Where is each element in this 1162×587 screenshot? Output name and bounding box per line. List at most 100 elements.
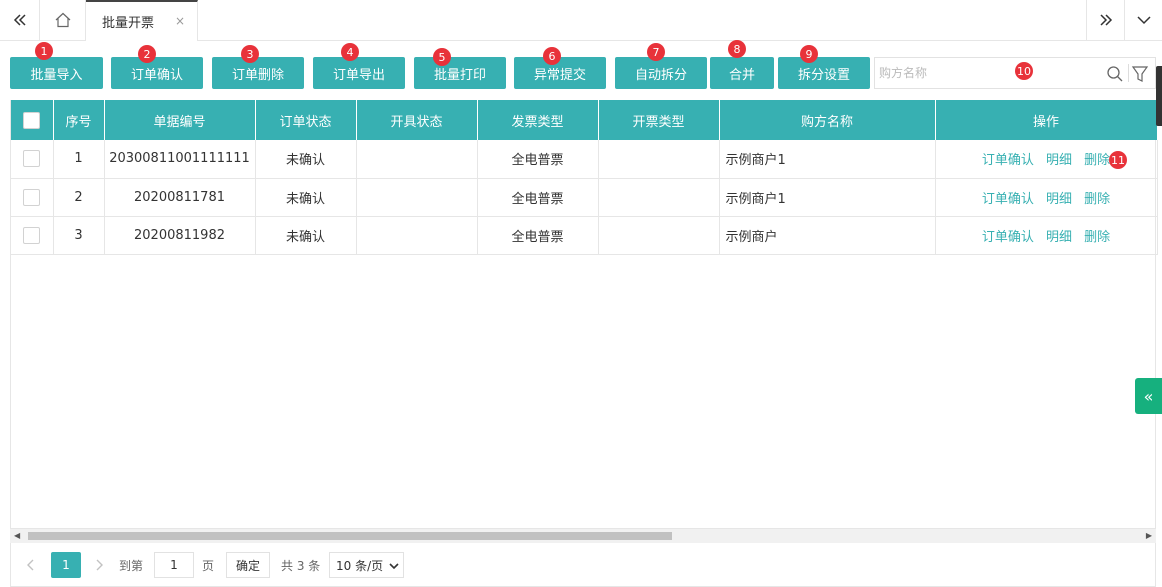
row-checkbox-cell [11, 140, 54, 179]
select-all-header [11, 100, 54, 140]
auto-split-button[interactable]: 自动拆分 [615, 57, 707, 89]
home-icon [55, 12, 70, 28]
step-badge: 7 [647, 43, 665, 61]
row-delete-link[interactable]: 删除 [1084, 192, 1110, 207]
step-badge: 9 [800, 45, 818, 63]
issue-status [356, 178, 478, 217]
buyer-name: 示例商户1 [719, 178, 936, 217]
order-confirm-button[interactable]: 订单确认 [111, 57, 203, 89]
row-detail-link[interactable]: 明细 [1046, 153, 1072, 168]
search-icon[interactable] [1106, 65, 1124, 83]
row-index: 1 [53, 140, 105, 179]
step-badge: 11 [1109, 151, 1127, 169]
order-status: 未确认 [255, 140, 357, 179]
exception-submit-button[interactable]: 异常提交 [514, 57, 606, 89]
tab-batch-invoice[interactable]: 批量开票 × [86, 0, 198, 41]
chevron-left-icon [27, 559, 34, 571]
close-icon[interactable]: × [175, 14, 185, 28]
page-1-button[interactable]: 1 [51, 552, 81, 578]
home-tab[interactable] [40, 0, 86, 40]
prev-page-button[interactable] [25, 552, 37, 578]
double-left-icon: « [1143, 386, 1154, 406]
scroll-tabs-right-button[interactable] [1086, 0, 1124, 40]
split-settings-button[interactable]: 拆分设置 [778, 57, 870, 89]
column-header: 开具状态 [356, 100, 478, 140]
row-index: 2 [53, 178, 105, 217]
step-badge: 3 [241, 45, 259, 63]
row-checkbox[interactable] [23, 226, 41, 244]
invoice-type: 全电普票 [477, 178, 599, 217]
batch-import-button[interactable]: 批量导入 [10, 57, 103, 89]
doc-number: 20300811001111111 [104, 140, 256, 179]
row-detail-link[interactable]: 明细 [1046, 192, 1072, 207]
step-badge: 10 [1015, 62, 1033, 80]
page-size-select[interactable]: 10 条/页 [329, 552, 404, 578]
order-status: 未确认 [255, 216, 357, 255]
row-actions: 订单确认 明细 删除 [934, 216, 1158, 255]
double-right-icon [1099, 14, 1112, 26]
step-badge: 5 [433, 48, 451, 66]
select-all-checkbox[interactable] [23, 111, 41, 129]
row-confirm-link[interactable]: 订单确认 [982, 153, 1034, 168]
row-delete-link[interactable]: 删除 [1084, 153, 1110, 168]
buyer-search-input[interactable] [875, 58, 1100, 88]
billing-type [598, 178, 720, 217]
column-header: 订单状态 [255, 100, 357, 140]
order-table: 序号 单据编号 订单状态 开具状态 发票类型 开票类型 购方名称 操作 1 20… [10, 100, 1158, 543]
step-badge: 6 [543, 47, 561, 65]
expand-side-panel-button[interactable]: « [1135, 378, 1162, 414]
pagination: 1 到第 1 页 确定 共 3 条 10 条/页 [10, 543, 1156, 587]
doc-number: 20200811982 [104, 216, 256, 255]
row-delete-link[interactable]: 删除 [1084, 230, 1110, 245]
chevron-down-icon [389, 563, 399, 570]
merge-button[interactable]: 合并 [710, 57, 774, 89]
batch-print-button[interactable]: 批量打印 [414, 57, 506, 89]
invoice-type: 全电普票 [477, 216, 599, 255]
doc-number: 20200811781 [104, 178, 256, 217]
goto-page-input[interactable]: 1 [154, 552, 194, 578]
column-header: 单据编号 [104, 100, 256, 140]
next-page-button[interactable] [93, 552, 105, 578]
row-confirm-link[interactable]: 订单确认 [982, 230, 1034, 245]
table-row: 2 20200811781 未确认 全电普票 示例商户1 订单确认 明细 删除 [11, 178, 1158, 217]
row-detail-link[interactable]: 明细 [1046, 230, 1072, 245]
row-index: 3 [53, 216, 105, 255]
scroll-right-arrow-icon[interactable]: ▶ [1146, 531, 1152, 540]
order-export-button[interactable]: 订单导出 [313, 57, 405, 89]
scroll-tabs-left-button[interactable] [0, 0, 40, 40]
step-badge: 8 [728, 40, 746, 58]
tab-menu-button[interactable] [1124, 0, 1162, 40]
total-count: 共 3 条 [281, 558, 321, 573]
buyer-name: 示例商户1 [719, 140, 936, 179]
horizontal-scrollbar[interactable]: ◀ ▶ [10, 528, 1156, 543]
column-header: 开票类型 [598, 100, 720, 140]
search-divider [1128, 64, 1129, 82]
chevron-down-icon [1136, 16, 1151, 25]
billing-type [598, 216, 720, 255]
chevron-right-icon [96, 559, 103, 571]
invoice-type: 全电普票 [477, 140, 599, 179]
scrollbar-thumb[interactable] [28, 532, 672, 540]
order-delete-button[interactable]: 订单删除 [212, 57, 304, 89]
filter-icon[interactable] [1131, 65, 1149, 83]
goto-confirm-button[interactable]: 确定 [226, 552, 270, 578]
column-header: 发票类型 [477, 100, 599, 140]
tab-label: 批量开票 [102, 16, 155, 31]
table-row: 3 20200811982 未确认 全电普票 示例商户 订单确认 明细 删除 [11, 216, 1158, 255]
row-checkbox[interactable] [23, 150, 41, 168]
double-left-icon [13, 14, 26, 26]
column-header: 操作 [935, 100, 1158, 140]
row-actions: 订单确认 明细 删除 [934, 178, 1158, 217]
row-confirm-link[interactable]: 订单确认 [982, 192, 1034, 207]
row-checkbox-cell [11, 178, 54, 217]
side-panel-handle[interactable] [1156, 66, 1162, 126]
column-header: 序号 [53, 100, 105, 140]
step-badge: 1 [35, 42, 53, 60]
table-header-row: 序号 单据编号 订单状态 开具状态 发票类型 开票类型 购方名称 操作 [11, 100, 1158, 140]
billing-type [598, 140, 720, 179]
scroll-left-arrow-icon[interactable]: ◀ [14, 531, 20, 540]
page-size-value: 10 条/页 [336, 558, 384, 573]
row-checkbox[interactable] [23, 188, 41, 206]
step-badge: 4 [341, 43, 359, 61]
step-badge: 2 [138, 45, 156, 63]
